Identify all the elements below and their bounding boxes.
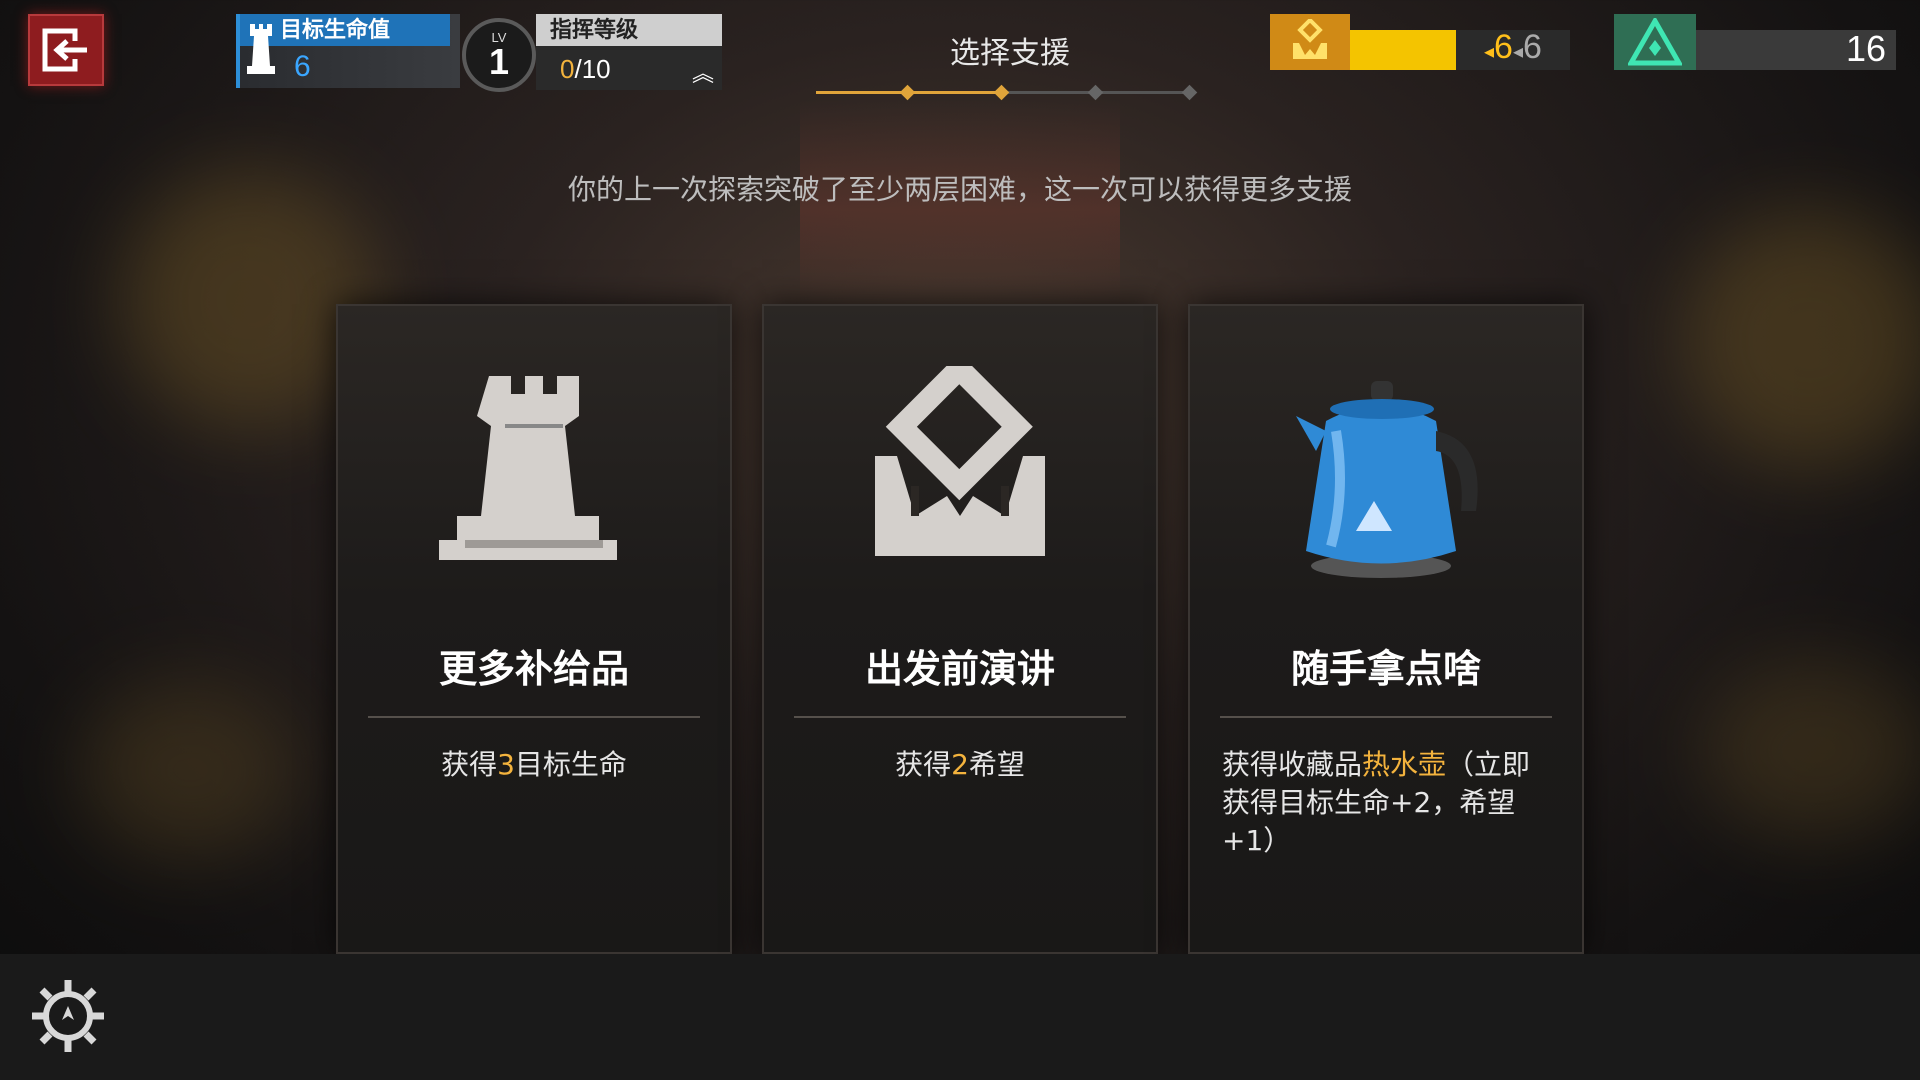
card-divider [794, 716, 1126, 718]
level-badge: LV 1 [462, 18, 536, 92]
hope-value: 6 [1494, 28, 1513, 66]
support-card-supplies[interactable]: 更多补给品 获得3目标生命 [336, 304, 732, 954]
rook-icon [247, 24, 275, 74]
card-icon-wrap [764, 366, 1156, 586]
hope-icon [1293, 19, 1327, 59]
exit-button[interactable] [28, 14, 104, 86]
page-title: 选择支援 [950, 36, 1070, 71]
triangle-token-icon [1628, 18, 1682, 66]
support-card-random[interactable]: 随手拿点啥 获得收藏品热水壶（立即获得目标生命+2，希望+1） [1188, 304, 1584, 954]
card-title: 出发前演讲 [864, 647, 1055, 691]
token-icon-box [1614, 14, 1696, 70]
support-card-speech[interactable]: 出发前演讲 获得2希望 [762, 304, 1158, 954]
kettle-icon [1296, 381, 1478, 578]
card-description: 获得收藏品热水壶（立即获得目标生命+2，希望+1） [1222, 746, 1550, 860]
desc-text: 获得 [441, 748, 498, 781]
card-title: 更多补给品 [438, 647, 629, 691]
settings-button[interactable] [26, 974, 110, 1058]
desc-text: 获得收藏品 [1222, 748, 1363, 781]
card-divider [368, 716, 700, 718]
level-value: 1 [488, 41, 510, 82]
desc-text: 获得 [895, 748, 952, 781]
background-glow [1700, 660, 1920, 840]
command-progress-max: /10 [574, 54, 611, 84]
desc-highlight: 2 [951, 748, 969, 781]
desc-text: 目标生命 [514, 748, 627, 781]
step-dot [1087, 84, 1104, 101]
chevron-up-icon: ︽ [691, 62, 714, 87]
exit-icon [42, 28, 87, 72]
desc-highlight: 3 [497, 748, 515, 781]
command-progress-current: 0 [560, 54, 575, 84]
background-glow [80, 680, 300, 860]
hope-hands-icon [875, 366, 1045, 556]
card-description: 获得3目标生命 [370, 746, 698, 784]
step-dot [993, 84, 1010, 101]
command-level-label: 指挥等级 [536, 14, 722, 46]
target-life-panel: 目标生命值 6 [236, 14, 460, 88]
card-icon-wrap [338, 366, 730, 586]
card-description: 获得2希望 [796, 746, 1124, 784]
background-glow [1680, 210, 1920, 470]
step-dot [899, 84, 916, 101]
notice-text: 你的上一次探索突破了至少两层困难，这一次可以获得更多支援 [567, 173, 1352, 206]
hope-icon-box [1270, 14, 1350, 70]
card-divider [1220, 716, 1552, 718]
hope-bar-fill [1350, 30, 1456, 70]
command-progress: 0/10 [560, 54, 611, 85]
rook-icon [439, 376, 617, 560]
target-life-value: 6 [294, 50, 311, 83]
desc-text: 希望 [968, 748, 1025, 781]
step-progress [816, 84, 1198, 101]
card-title: 随手拿点啥 [1290, 647, 1481, 691]
hope-max: 6 [1523, 28, 1542, 66]
token-value: 16 [1845, 28, 1886, 69]
hope-counter: ◂6◂6 [1484, 28, 1542, 66]
gear-icon [32, 980, 104, 1052]
bottom-bar [0, 954, 1920, 1080]
step-dot [1181, 84, 1198, 101]
command-level-panel[interactable]: 指挥等级 0/10 ︽ [536, 14, 722, 90]
card-icon-wrap [1190, 366, 1582, 586]
desc-highlight: 热水壶 [1362, 748, 1447, 781]
